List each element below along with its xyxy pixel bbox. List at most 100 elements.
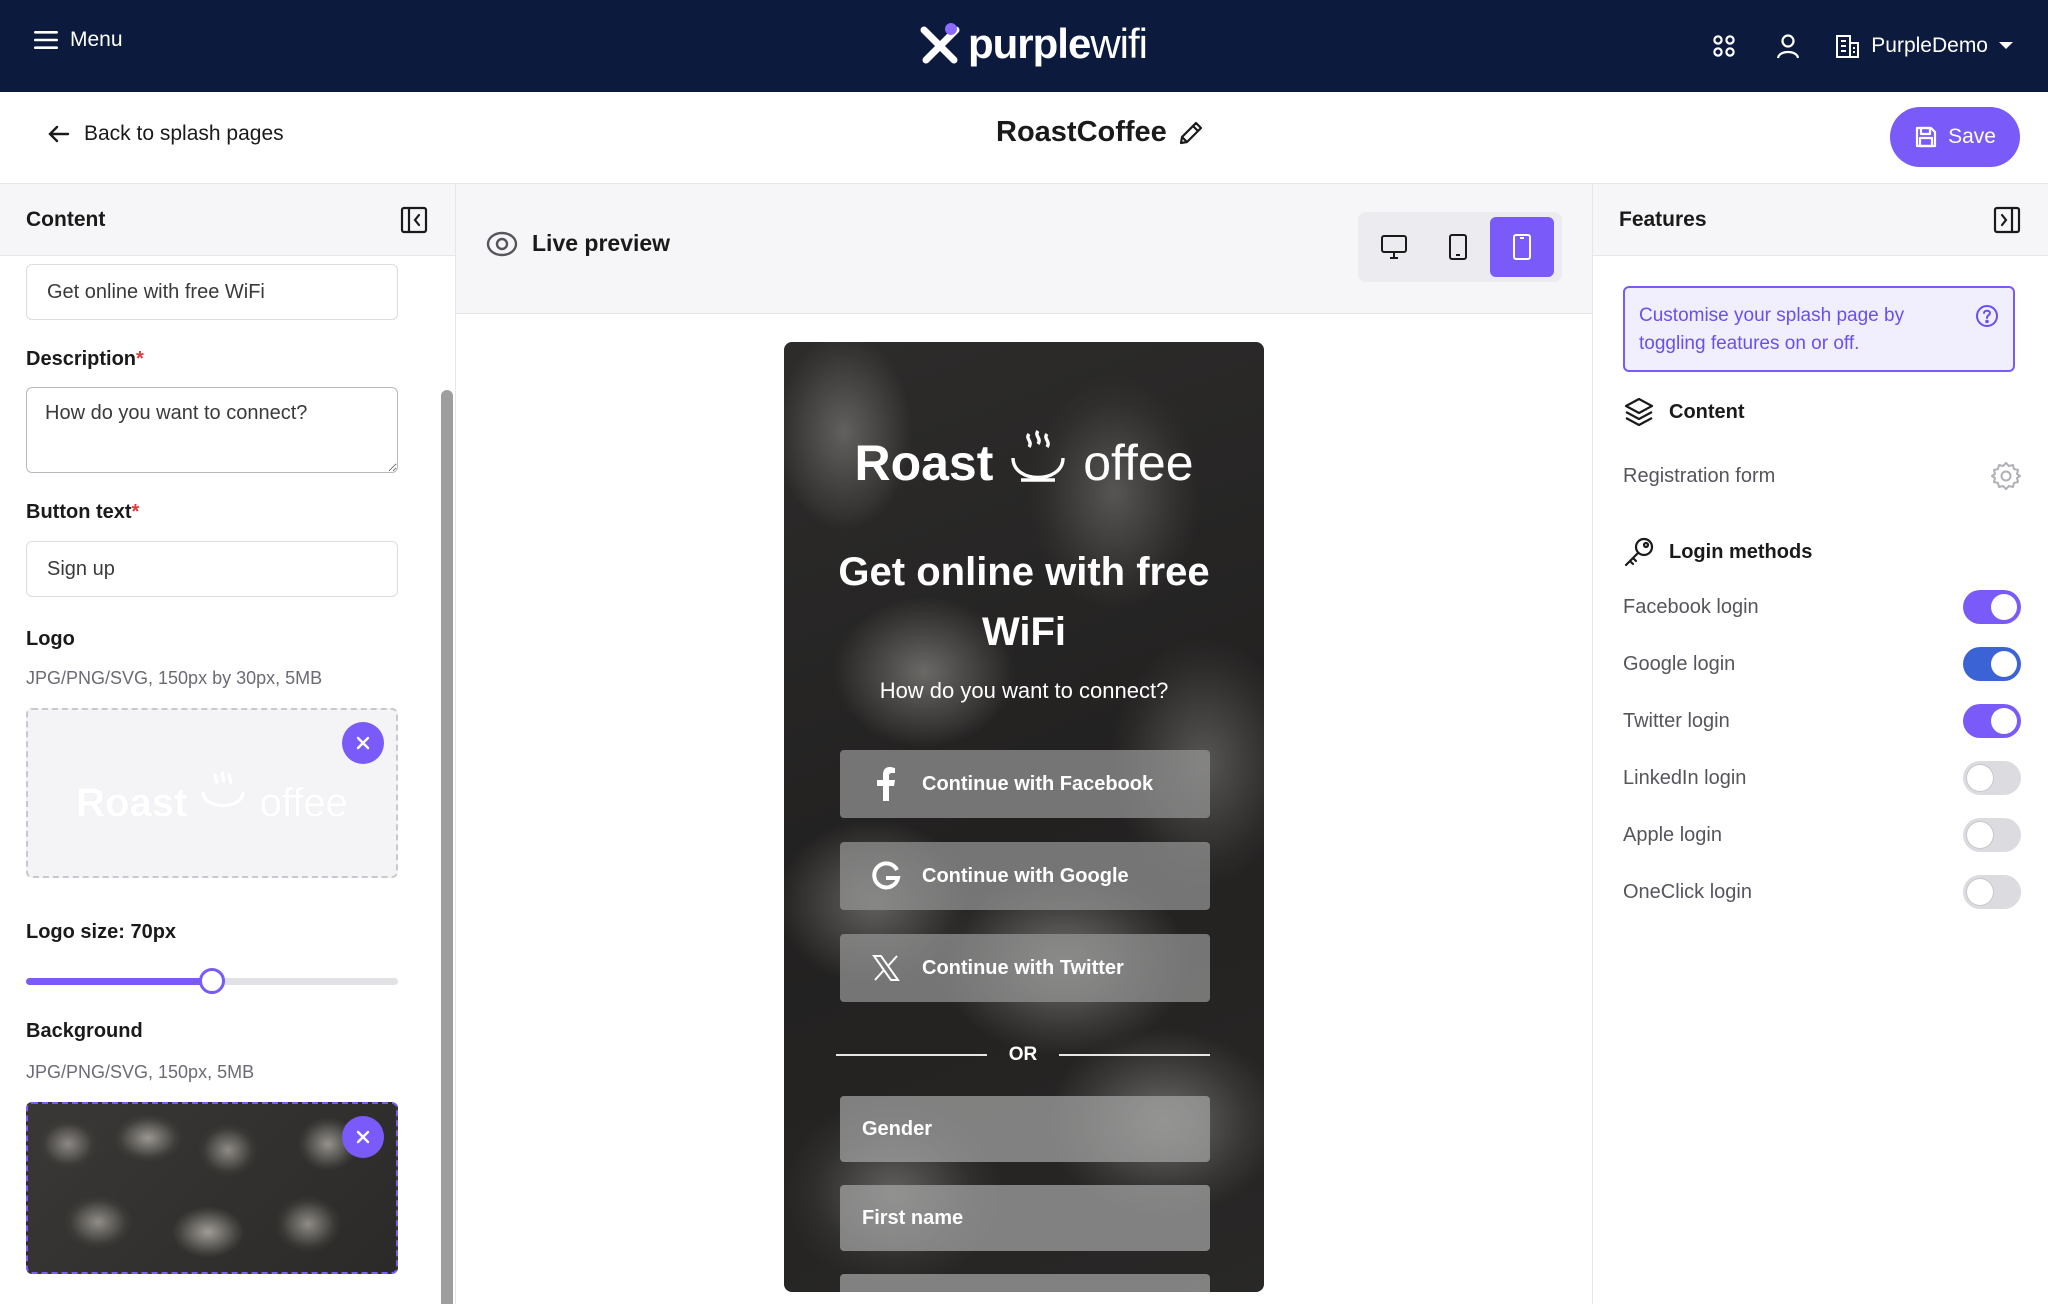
preview-area: Live preview Roast offee Get online with… [456, 184, 1592, 1304]
live-preview-title: Live preview [532, 230, 671, 256]
twitter-login-row: Twitter login [1623, 704, 2021, 738]
mobile-view-button[interactable] [1490, 217, 1554, 277]
oneclick-login-row: OneClick login [1623, 875, 2021, 909]
splash-headline: Get online with free WiFi [838, 550, 1210, 654]
description-textarea[interactable]: How do you want to connect? [26, 387, 398, 473]
layers-icon [1624, 397, 1654, 427]
arrow-left-icon [48, 125, 70, 143]
content-panel-scrollbar[interactable] [441, 390, 453, 1304]
brand-light: wifi [1090, 20, 1148, 67]
twitter-login-toggle[interactable] [1963, 704, 2021, 738]
content-section-title: Content [1623, 396, 1745, 428]
apps-grid-button[interactable] [1707, 26, 1741, 66]
features-panel-title: Features [1619, 207, 1707, 231]
toggle-knob [1991, 708, 2017, 734]
menu-button[interactable]: Menu [34, 28, 123, 52]
registration-form-label: Registration form [1623, 464, 1776, 487]
or-label: OR [1008, 1044, 1038, 1065]
oneclick-login-toggle[interactable] [1963, 875, 2021, 909]
content-section-label: Content [1669, 400, 1745, 423]
gear-icon[interactable] [1991, 461, 2021, 491]
logo-size-slider-thumb[interactable] [199, 968, 225, 994]
button-text-label-text: Button text [26, 501, 132, 523]
heading-input[interactable]: Get online with free WiFi [26, 264, 398, 320]
page-title[interactable]: RoastCoffee [996, 116, 1205, 149]
facebook-login-toggle[interactable] [1963, 590, 2021, 624]
content-panel: Content Get online with free WiFi Descri… [0, 184, 456, 1304]
first-name-field-label: First name [862, 1206, 964, 1229]
remove-background-button[interactable] [342, 1116, 384, 1158]
logo-hint: JPG/PNG/SVG, 150px by 30px, 5MB [26, 668, 323, 688]
logo-preview: Roast offee [28, 770, 396, 826]
back-to-splash-pages-link[interactable]: Back to splash pages [48, 122, 284, 146]
first-name-field[interactable]: First name [840, 1185, 1210, 1251]
panel-collapse-left-icon [400, 206, 428, 233]
logo-size-slider[interactable] [26, 968, 398, 994]
profile-button[interactable] [1771, 26, 1805, 66]
device-switcher [1358, 212, 1562, 282]
background-upload[interactable] [26, 1102, 398, 1274]
account-switcher[interactable]: PurpleDemo [1835, 33, 2014, 59]
key-icon [1624, 537, 1654, 567]
collapse-content-panel-button[interactable] [399, 205, 429, 235]
collapse-features-panel-button[interactable] [1992, 205, 2022, 235]
google-button-label: Continue with Google [922, 864, 1129, 887]
help-icon[interactable] [1975, 304, 1999, 328]
logo-upload[interactable]: Roast offee [26, 708, 398, 878]
splash-description: How do you want to connect? [879, 678, 1169, 703]
continue-with-facebook-button[interactable]: Continue with Facebook [840, 750, 1210, 818]
splash-logo-bold: Roast [854, 435, 994, 491]
remove-logo-button[interactable] [342, 722, 384, 764]
top-navigation: Menu purplewifi PurpleDemo [0, 0, 2048, 92]
hamburger-icon [34, 31, 58, 49]
oneclick-login-label: OneClick login [1623, 880, 1752, 903]
brand-bold: purple [968, 20, 1091, 67]
tablet-view-button[interactable] [1426, 217, 1490, 277]
toggle-knob [1967, 765, 1993, 791]
facebook-icon [877, 767, 895, 801]
desktop-icon [1381, 235, 1407, 259]
google-icon [872, 861, 901, 890]
linkedin-login-toggle[interactable] [1963, 761, 2021, 795]
continue-with-twitter-button[interactable]: Continue with Twitter [840, 934, 1210, 1002]
divider-line [1059, 1054, 1210, 1056]
apple-login-row: Apple login [1623, 818, 2021, 852]
required-mark: * [131, 501, 140, 523]
apple-login-toggle[interactable] [1963, 818, 2021, 852]
features-panel-header: Features [1593, 184, 2048, 256]
or-divider: OR [836, 1040, 1210, 1070]
desktop-view-button[interactable] [1362, 217, 1426, 277]
page-title-text: RoastCoffee [996, 116, 1167, 148]
purplewifi-logo[interactable]: purplewifi [918, 20, 1148, 68]
back-label: Back to splash pages [84, 122, 284, 145]
nav-actions: PurpleDemo [1707, 26, 2014, 66]
x-twitter-icon [872, 955, 900, 981]
building-icon [1836, 35, 1860, 58]
login-methods-section-title: Login methods [1623, 536, 1812, 568]
description-label: Description* [26, 348, 144, 371]
save-label: Save [1948, 125, 1996, 148]
tablet-icon [1449, 234, 1467, 260]
save-button[interactable]: Save [1890, 107, 2020, 167]
description-label-text: Description [26, 348, 137, 370]
caret-down-icon [1999, 42, 2013, 49]
background-label: Background [26, 1020, 143, 1042]
next-field-partial[interactable] [840, 1274, 1210, 1292]
splash-logo-light: offee [1083, 435, 1194, 491]
brand-wordmark: purplewifi [968, 20, 1148, 68]
facebook-login-row: Facebook login [1623, 590, 2021, 624]
eye-icon [486, 231, 518, 256]
registration-form-row: Registration form [1623, 456, 2021, 496]
heading-input-value: Get online with free WiFi [47, 280, 265, 303]
gender-field[interactable]: Gender [840, 1096, 1210, 1162]
pencil-icon[interactable] [1177, 119, 1205, 147]
login-methods-label: Login methods [1669, 540, 1813, 563]
continue-with-google-button[interactable]: Continue with Google [840, 842, 1210, 910]
google-login-toggle[interactable] [1963, 647, 2021, 681]
logo-label: Logo [26, 628, 75, 650]
linkedin-login-label: LinkedIn login [1623, 766, 1747, 789]
apps-grid-icon [1713, 35, 1735, 57]
close-icon [356, 1130, 370, 1144]
logo-size-slider-fill [26, 978, 212, 985]
button-text-input[interactable]: Sign up [26, 541, 398, 597]
